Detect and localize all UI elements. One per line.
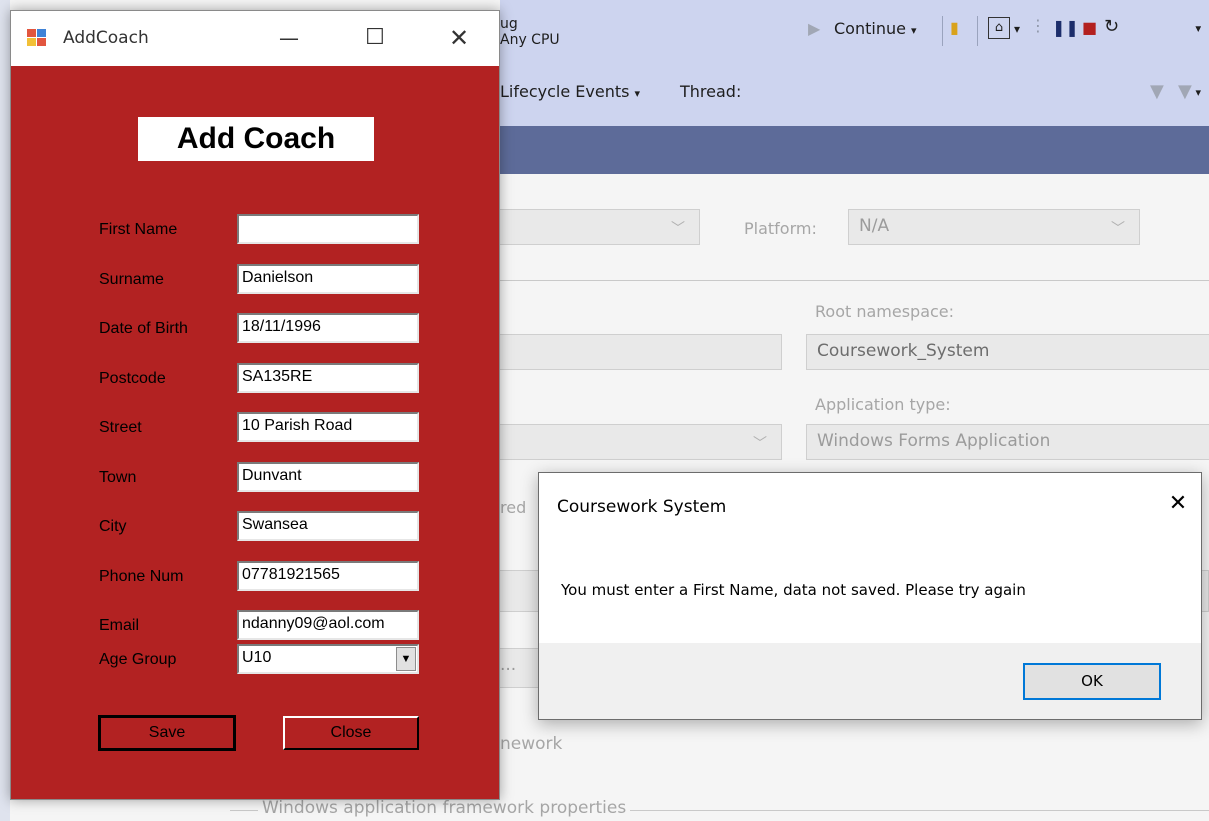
field-label-email: Email bbox=[99, 617, 140, 634]
date-of-birth-input[interactable]: 18/11/1996 bbox=[237, 313, 419, 343]
framework-fragment: nework bbox=[500, 734, 563, 754]
root-namespace-label: Root namespace: bbox=[815, 302, 955, 321]
field-label-date-of-birth: Date of Birth bbox=[99, 320, 188, 337]
message-box-footer: OK bbox=[539, 643, 1201, 719]
close-icon[interactable]: ✕ bbox=[439, 21, 479, 55]
window-title: AddCoach bbox=[63, 28, 149, 48]
thread-label: Thread: bbox=[680, 82, 742, 101]
postcode-input[interactable]: SA135RE bbox=[237, 363, 419, 393]
chevron-down-icon: ﹀ bbox=[1111, 221, 1125, 237]
continue-button[interactable]: Continue ▾ bbox=[834, 19, 917, 38]
field-label-street: Street bbox=[99, 419, 142, 436]
message-text: You must enter a First Name, data not sa… bbox=[561, 581, 1026, 599]
field-label-surname: Surname bbox=[99, 271, 164, 288]
phone-num-input[interactable]: 07781921565 bbox=[237, 561, 419, 591]
config-combo[interactable]: ug ▾ bbox=[500, 16, 1201, 35]
form-heading: Add Coach bbox=[138, 117, 374, 161]
age-group-value: U10 bbox=[242, 649, 272, 666]
town-input[interactable]: Dunvant bbox=[237, 462, 419, 492]
dropdown-arrow-icon[interactable]: ▼ bbox=[396, 647, 416, 671]
message-box: Coursework System ✕ You must enter a Fir… bbox=[538, 472, 1202, 720]
filter-clear-icon[interactable]: ▼ bbox=[1178, 81, 1192, 102]
target-framework-select[interactable]: ﹀ bbox=[480, 424, 782, 460]
email-input[interactable]: ndanny09@aol.com bbox=[237, 610, 419, 640]
platform-label: Platform: bbox=[744, 219, 817, 238]
field-label-city: City bbox=[99, 518, 127, 535]
root-namespace-text: Coursework_System bbox=[817, 341, 990, 361]
field-label-phone-num: Phone Num bbox=[99, 568, 184, 585]
addcoach-titlebar: AddCoach — ☐ ✕ bbox=[11, 11, 499, 66]
vs-toolbar-row-1: ug ▾ Any CPU ▾ ▶ Continue ▾ ▮ ⌂ ▾ ⋮ ❚❚ ■ ↻ bbox=[500, 16, 1209, 52]
vs-document-tab-bar bbox=[500, 126, 1209, 174]
stop-icon[interactable]: ■ bbox=[1082, 18, 1097, 37]
city-input[interactable]: Swansea bbox=[237, 511, 419, 541]
grip-icon: ⋮ bbox=[1030, 16, 1046, 35]
message-box-title: Coursework System bbox=[557, 497, 727, 517]
framework-props-label: Windows application framework properties bbox=[258, 798, 631, 818]
filter-icon[interactable]: ▼ bbox=[1150, 81, 1164, 102]
assembly-name-field[interactable] bbox=[480, 334, 782, 370]
field-label-town: Town bbox=[99, 469, 137, 486]
root-namespace-field[interactable]: Coursework_System bbox=[806, 334, 1209, 370]
age-group-select[interactable]: U10 ▼ bbox=[237, 644, 419, 674]
redirect-fragment: red bbox=[500, 498, 527, 517]
application-type-label: Application type: bbox=[815, 395, 951, 414]
chevron-down-icon: ﹀ bbox=[671, 221, 685, 237]
ok-button[interactable]: OK bbox=[1023, 663, 1161, 700]
divider bbox=[480, 280, 1209, 281]
app-icon bbox=[27, 29, 47, 47]
first-name-input[interactable] bbox=[237, 214, 419, 244]
overflow-icon[interactable]: ▾ bbox=[1014, 22, 1020, 36]
maximize-icon[interactable]: ☐ bbox=[355, 21, 395, 55]
vs-toolbar-row-2: Lifecycle Events ▾ Thread: ▾ ▼ ▼ bbox=[500, 81, 1201, 102]
ellipsis-text: ... bbox=[500, 655, 517, 675]
field-label-age-group: Age Group bbox=[99, 651, 177, 668]
chevron-down-icon: ﹀ bbox=[753, 436, 767, 452]
surname-input[interactable]: Danielson bbox=[237, 264, 419, 294]
application-type-select[interactable]: Windows Forms Application bbox=[806, 424, 1209, 460]
find-icon[interactable]: ▮ bbox=[950, 18, 959, 37]
minimize-icon[interactable]: — bbox=[269, 21, 309, 55]
vs-left-strip bbox=[0, 0, 10, 821]
restart-icon[interactable]: ↻ bbox=[1104, 16, 1119, 37]
toolbar-separator bbox=[977, 16, 978, 46]
field-label-postcode: Postcode bbox=[99, 370, 166, 387]
configuration-select[interactable]: ﹀ bbox=[480, 209, 700, 245]
platform-select[interactable]: N/A ﹀ bbox=[848, 209, 1140, 245]
lifecycle-events-button[interactable]: Lifecycle Events ▾ bbox=[500, 82, 640, 101]
platform-select-text: N/A bbox=[859, 216, 890, 236]
close-icon[interactable]: ✕ bbox=[1161, 487, 1195, 521]
home-icon[interactable]: ⌂ bbox=[988, 17, 1010, 39]
toolbar-separator bbox=[942, 16, 943, 46]
save-button[interactable]: Save bbox=[98, 715, 236, 751]
field-label-first-name: First Name bbox=[99, 221, 178, 238]
addcoach-window: AddCoach — ☐ ✕ Add Coach First Name Surna… bbox=[10, 10, 500, 800]
pause-icon[interactable]: ❚❚ bbox=[1052, 18, 1079, 37]
application-type-text: Windows Forms Application bbox=[817, 431, 1051, 451]
platform-combo[interactable]: Any CPU ▾ bbox=[500, 22, 1201, 48]
close-button[interactable]: Close bbox=[283, 716, 419, 750]
config-combo-text: ug bbox=[500, 16, 518, 32]
continue-play-icon: ▶ bbox=[808, 19, 821, 38]
platform-combo-text: Any CPU bbox=[500, 32, 560, 48]
street-input[interactable]: 10 Parish Road bbox=[237, 412, 419, 442]
